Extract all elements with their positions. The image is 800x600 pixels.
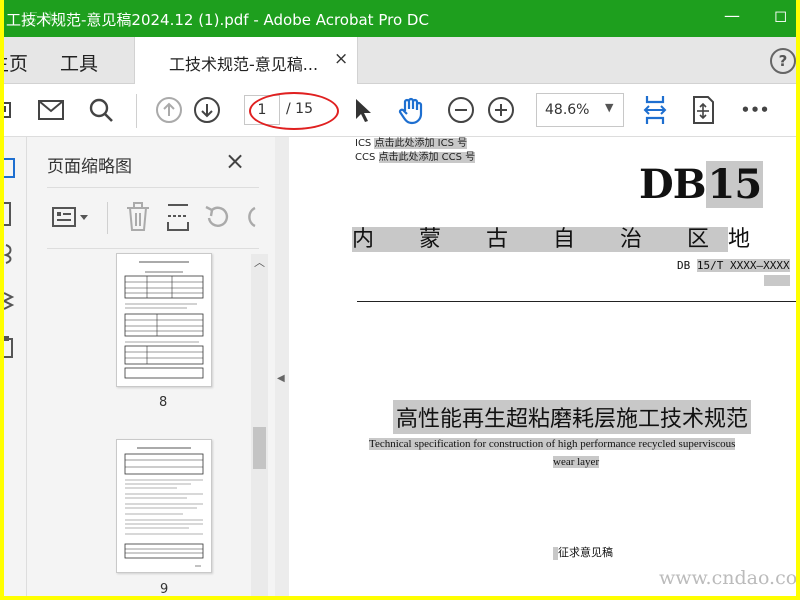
page-thumbnail-8[interactable] xyxy=(116,253,212,387)
search-icon[interactable] xyxy=(84,94,118,126)
email-icon[interactable] xyxy=(34,94,68,126)
rotate-page-icon[interactable] xyxy=(203,202,233,236)
panel-title: 页面缩略图 xyxy=(47,157,132,177)
replacement-code-placeholder[interactable] xyxy=(764,275,790,286)
delete-page-icon[interactable] xyxy=(125,202,151,236)
clipboard-icon[interactable] xyxy=(4,335,18,365)
left-navigation-strip xyxy=(4,137,27,596)
standard-code-prefix: DB xyxy=(677,259,697,272)
document-title-en-line1[interactable]: Technical specification for construction… xyxy=(369,438,736,450)
chevron-down-icon: ▼ xyxy=(605,101,614,114)
ccs-line: CCS 点击此处添加 CCS 号 xyxy=(355,148,476,163)
thumbnail-tools xyxy=(47,187,259,249)
document-view: ICS 点击此处添加 ICS 号 CCS 点击此处添加 CCS 号 DB15 内… xyxy=(289,137,796,596)
thumbnail-scrollbar[interactable]: ︿ xyxy=(251,254,268,596)
db-prefix: DB xyxy=(639,161,706,208)
db-number[interactable]: 15 xyxy=(705,161,764,208)
tab-tools[interactable]: 工具 xyxy=(60,49,98,76)
close-panel-button[interactable]: × xyxy=(225,147,245,175)
toolbar-separator xyxy=(136,94,137,128)
region-standard-title: 内 蒙 古 自 治 区地 方 标 准 xyxy=(352,221,796,252)
tab-home[interactable]: 主页 xyxy=(4,49,28,76)
region-standard-label: 地 方 标 准 xyxy=(727,227,796,252)
site-watermark: www.cndao.com xyxy=(659,567,796,589)
minimize-button[interactable]: — xyxy=(724,6,740,25)
zoom-level-dropdown[interactable]: 48.6% ▼ xyxy=(536,93,624,127)
toolbar: 1 / 15 48.6% ▼ ••• xyxy=(4,84,796,137)
rotate-clockwise-icon[interactable] xyxy=(241,202,259,236)
document-title-en-line2[interactable]: wear layer xyxy=(553,456,600,468)
print-icon[interactable] xyxy=(4,94,14,126)
page-thumbnails-panel: 页面缩略图 × 8 9 ︿ xyxy=(27,137,275,596)
more-tools-icon[interactable]: ••• xyxy=(738,94,772,126)
document-title-cn[interactable]: 高性能再生超粘磨耗层施工技术规范 xyxy=(393,400,752,434)
horizontal-rule xyxy=(357,301,796,302)
restore-button[interactable]: ◻ xyxy=(774,6,787,25)
thumbnail-page-number: 9 xyxy=(160,582,169,596)
db-standard-mark: DB15 xyxy=(639,161,764,208)
draft-status: 征求意见稿 xyxy=(553,544,613,560)
close-tab-button[interactable]: × xyxy=(334,49,348,69)
tab-document[interactable]: 工技术规范-意见稿... × xyxy=(134,37,358,84)
zoom-in-icon[interactable] xyxy=(484,94,518,126)
ccs-placeholder[interactable]: 点击此处添加 CCS 号 xyxy=(378,152,476,163)
pdf-page: ICS 点击此处添加 ICS 号 CCS 点击此处添加 CCS 号 DB15 内… xyxy=(289,137,796,596)
thumbnail-list: 8 9 xyxy=(47,249,263,596)
help-button[interactable]: ? xyxy=(770,48,796,74)
page-thumbnails-icon[interactable] xyxy=(4,157,18,183)
acrobat-window: 远 洋 · 工技术规范-意见稿2024.12 (1).pdf - Adobe A… xyxy=(4,0,796,596)
chevron-left-icon: ◀ xyxy=(277,373,285,384)
tab-bar: 主页 工具 工技术规范-意见稿... × ? xyxy=(4,37,796,84)
tools-separator xyxy=(107,202,108,234)
region-name[interactable]: 内 蒙 古 自 治 区 xyxy=(352,227,728,252)
ccs-label: CCS xyxy=(355,152,376,163)
annotation-circle xyxy=(249,92,339,130)
thumbnail-page-number: 8 xyxy=(159,395,168,410)
document-tab-label: 工技术规范-意见稿... xyxy=(169,55,319,74)
insert-page-icon[interactable] xyxy=(165,202,191,236)
scrollbar-thumb[interactable] xyxy=(253,427,266,469)
attachments-icon[interactable] xyxy=(4,243,18,269)
fit-width-icon[interactable] xyxy=(638,94,672,126)
standard-code: DB 15/T XXXX—XXXX xyxy=(677,259,790,272)
zoom-out-icon[interactable] xyxy=(444,94,478,126)
standard-code-value[interactable]: 15/T XXXX—XXXX xyxy=(696,259,790,272)
scroll-up-icon[interactable]: ︿ xyxy=(254,254,265,270)
draft-status-text: 征求意见稿 xyxy=(558,546,613,559)
select-cursor-icon[interactable] xyxy=(350,94,376,126)
window-title: 工技术规范-意见稿2024.12 (1).pdf - Adobe Acrobat… xyxy=(6,11,429,29)
hand-tool-icon[interactable] xyxy=(394,94,428,126)
layers-icon[interactable] xyxy=(4,289,18,319)
zoom-level-value: 48.6% xyxy=(545,102,590,118)
next-page-icon[interactable] xyxy=(190,94,224,126)
full-screen-icon[interactable] xyxy=(686,94,720,126)
page-thumbnail-9[interactable] xyxy=(116,439,212,573)
panel-collapse-handle[interactable]: ◀ xyxy=(275,137,289,596)
thumbnail-options-icon[interactable] xyxy=(51,206,91,234)
bookmarks-icon[interactable] xyxy=(4,201,18,231)
previous-page-icon[interactable] xyxy=(152,94,186,126)
title-bar: 远 洋 · 工技术规范-意见稿2024.12 (1).pdf - Adobe A… xyxy=(4,0,796,37)
